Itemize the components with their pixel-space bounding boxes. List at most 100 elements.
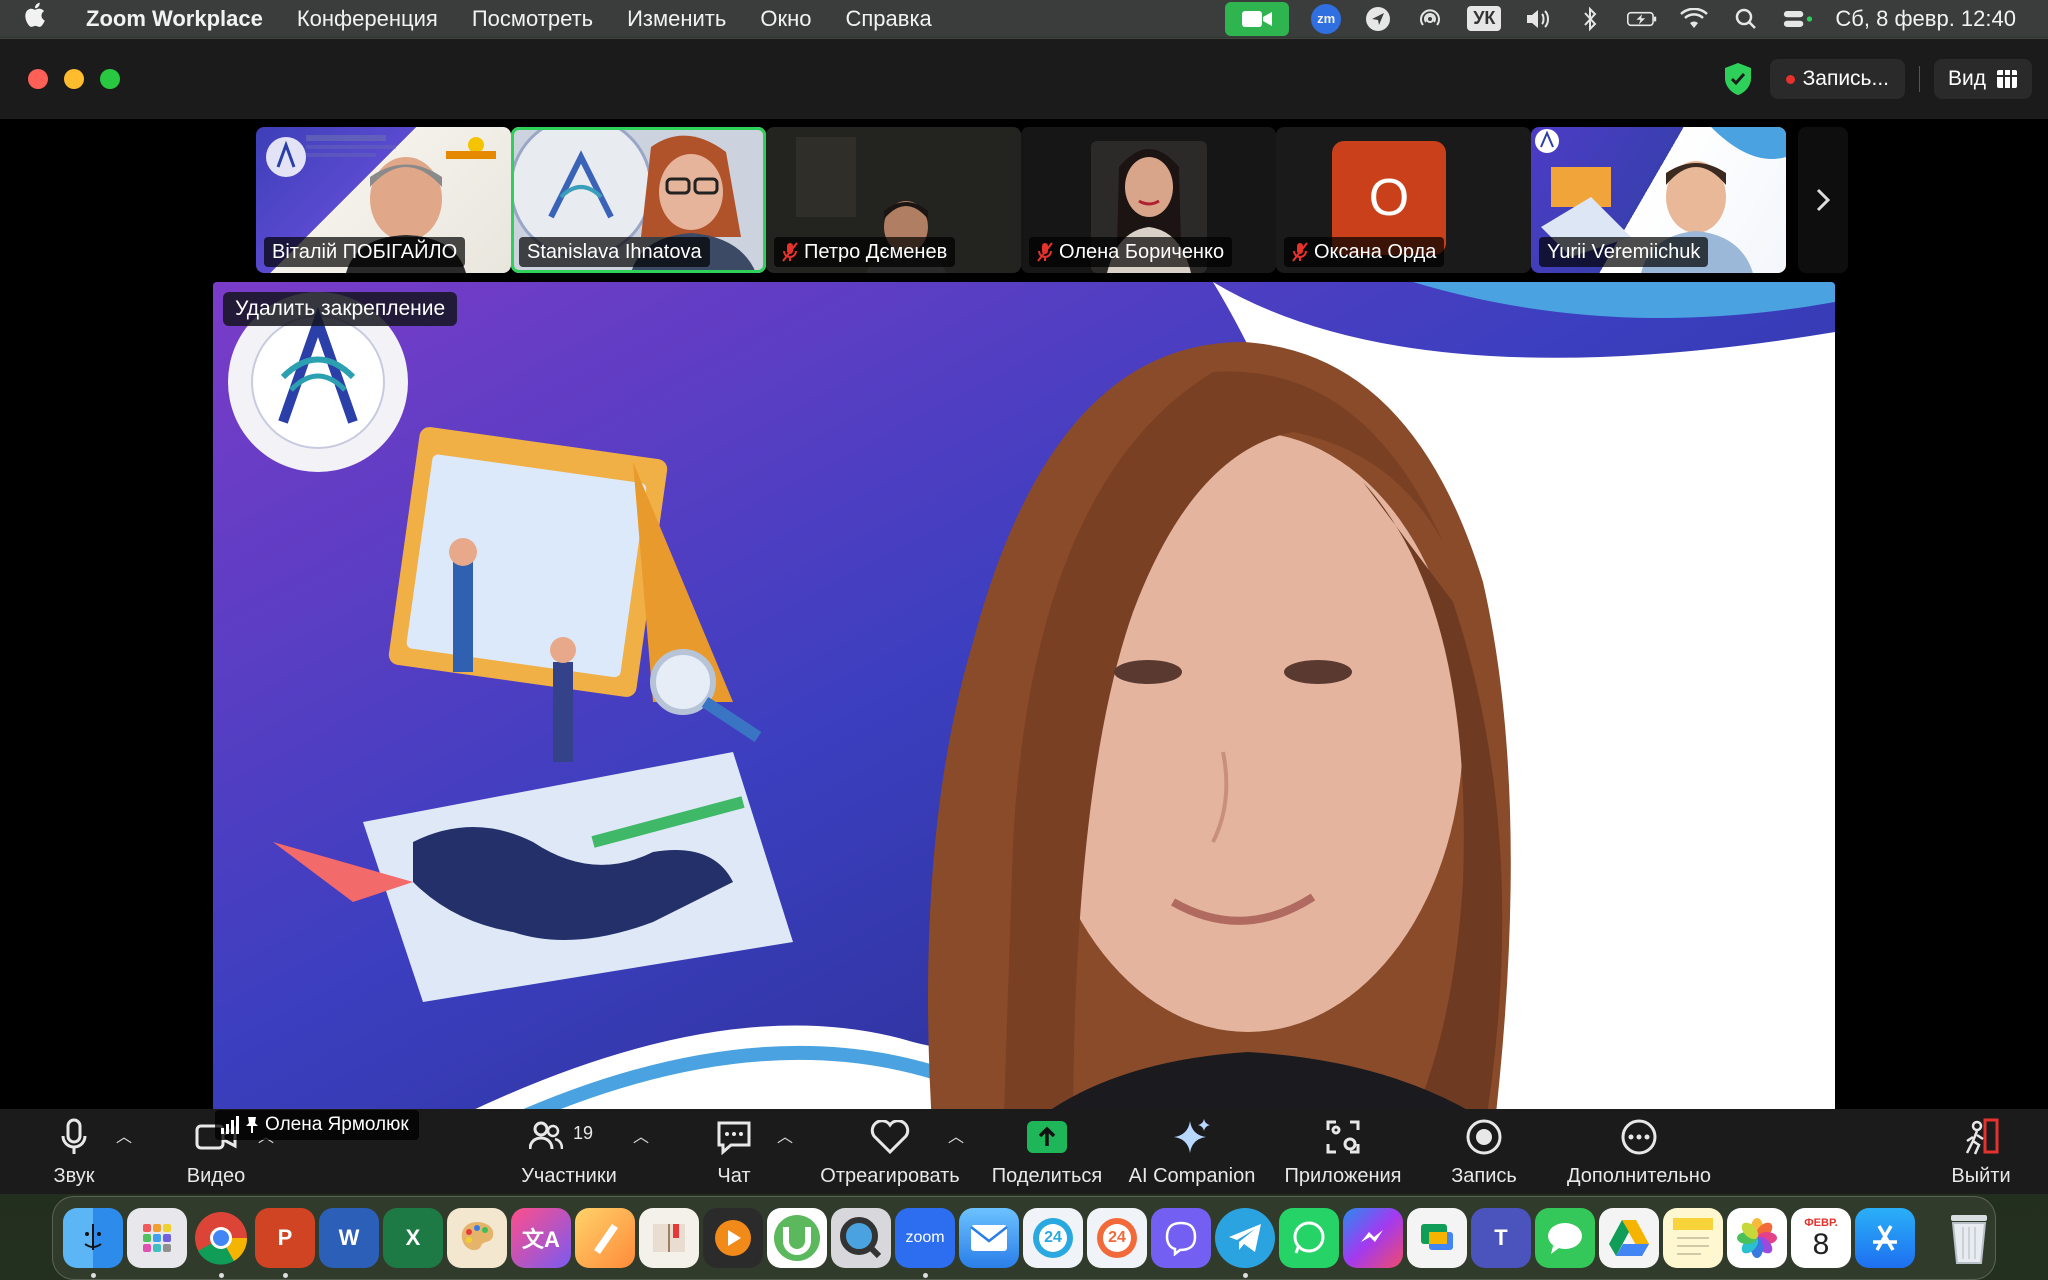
zoom-menu-icon[interactable]: zm bbox=[1311, 3, 1342, 34]
apps-button[interactable]: Приложения bbox=[1282, 1109, 1404, 1194]
view-button[interactable]: Вид bbox=[1934, 59, 2032, 99]
menu-window[interactable]: Окно bbox=[760, 6, 811, 32]
participant-name-tag: Олена Бориченко bbox=[1029, 237, 1233, 267]
finder-app-icon[interactable] bbox=[63, 1208, 123, 1278]
participant-tile[interactable]: Петро Дєменев bbox=[766, 127, 1021, 273]
menu-edit[interactable]: Изменить bbox=[627, 6, 726, 32]
leave-door-icon bbox=[1965, 1118, 1999, 1155]
leave-meeting-button[interactable]: Выйти bbox=[1950, 1109, 2012, 1194]
video-label: Видео bbox=[186, 1165, 246, 1187]
viber-app-icon[interactable] bbox=[1151, 1208, 1211, 1268]
app-name-menu[interactable]: Zoom Workplace bbox=[86, 6, 263, 32]
audio-options-caret-icon[interactable]: ︿ bbox=[116, 1123, 132, 1147]
muted-microphone-icon bbox=[1037, 242, 1053, 262]
react-options-caret-icon[interactable]: ︿ bbox=[948, 1123, 964, 1147]
translate-app-icon[interactable]: 文A bbox=[511, 1208, 571, 1268]
zoom-app-icon[interactable]: zoom bbox=[895, 1208, 955, 1278]
audio-button[interactable]: Звук bbox=[44, 1109, 104, 1194]
control-center-icon[interactable] bbox=[1783, 6, 1813, 32]
chevron-right-icon bbox=[1816, 188, 1831, 212]
spotlight-search-icon[interactable] bbox=[1731, 6, 1761, 32]
airdrop-icon[interactable] bbox=[1415, 6, 1445, 32]
minimize-window-button[interactable] bbox=[64, 69, 84, 89]
messenger-24-alt-app-icon[interactable]: 24 bbox=[1087, 1208, 1147, 1268]
muted-microphone-icon bbox=[1292, 242, 1308, 262]
speaker-name-tag: Олена Ярмолюк bbox=[215, 1110, 419, 1140]
encryption-shield-icon[interactable] bbox=[1720, 61, 1756, 97]
fullscreen-window-button[interactable] bbox=[100, 69, 120, 89]
participant-name: Оксана Орда bbox=[1314, 240, 1437, 263]
messages-app-icon[interactable] bbox=[1535, 1208, 1595, 1268]
messenger-24-app-icon[interactable]: 24 bbox=[1023, 1208, 1083, 1268]
running-indicator bbox=[923, 1273, 928, 1278]
app-store-app-icon[interactable] bbox=[1855, 1208, 1915, 1268]
menu-help[interactable]: Справка bbox=[845, 6, 931, 32]
chrome-app-icon[interactable] bbox=[191, 1208, 251, 1278]
paint-palette-app-icon[interactable] bbox=[447, 1208, 507, 1268]
menu-view[interactable]: Посмотреть bbox=[472, 6, 593, 32]
ai-companion-button[interactable]: AI Companion bbox=[1128, 1109, 1256, 1194]
close-window-button[interactable] bbox=[28, 69, 48, 89]
record-label: Запись bbox=[1451, 1165, 1517, 1187]
more-button[interactable]: Дополнительно bbox=[1564, 1109, 1714, 1194]
pin-icon bbox=[246, 1117, 258, 1133]
wifi-icon[interactable] bbox=[1679, 6, 1709, 32]
excel-app-icon[interactable]: X bbox=[383, 1208, 443, 1268]
launchpad-app-icon[interactable] bbox=[127, 1208, 187, 1268]
react-button[interactable]: Отреагировать bbox=[818, 1109, 962, 1194]
mail-app-icon[interactable] bbox=[959, 1208, 1019, 1268]
google-drive-app-icon[interactable] bbox=[1599, 1208, 1659, 1268]
apple-menu-icon[interactable] bbox=[24, 2, 68, 35]
participant-tile[interactable]: Олена Бориченко bbox=[1021, 127, 1276, 273]
teams-app-icon[interactable]: T bbox=[1471, 1208, 1531, 1268]
muted-microphone-icon bbox=[782, 242, 798, 262]
menu-bar-clock[interactable]: Сб, 8 февр. 12:40 bbox=[1835, 6, 2016, 32]
book-reader-app-icon[interactable] bbox=[639, 1208, 699, 1268]
facebook-messenger-app-icon[interactable] bbox=[1343, 1208, 1403, 1268]
google-chat-app-icon[interactable] bbox=[1407, 1208, 1467, 1268]
input-language-indicator[interactable]: УК bbox=[1467, 6, 1502, 31]
powerpoint-app-icon[interactable]: P bbox=[255, 1208, 315, 1278]
recording-indicator-button[interactable]: Запись... bbox=[1769, 59, 1905, 99]
utorrent-app-icon[interactable] bbox=[767, 1208, 827, 1268]
pages-app-icon[interactable] bbox=[575, 1208, 635, 1268]
heart-icon bbox=[870, 1120, 910, 1154]
record-button[interactable]: Запись bbox=[1446, 1109, 1522, 1194]
location-arrow-icon[interactable] bbox=[1363, 6, 1393, 32]
react-label: Отреагировать bbox=[820, 1165, 960, 1187]
share-screen-button[interactable]: Поделиться bbox=[988, 1109, 1106, 1194]
participant-tile[interactable]: Yurii Veremiichuk bbox=[1531, 127, 1786, 273]
volume-icon[interactable] bbox=[1523, 6, 1553, 32]
next-participants-button[interactable] bbox=[1798, 127, 1848, 273]
photos-app-icon[interactable] bbox=[1727, 1208, 1787, 1268]
share-label: Поделиться bbox=[991, 1165, 1103, 1187]
quicktime-app-icon[interactable] bbox=[831, 1208, 891, 1268]
menu-conference[interactable]: Конференция bbox=[297, 6, 438, 32]
participant-tile[interactable]: Віталій ПОБІГАЙЛО bbox=[256, 127, 511, 273]
notes-app-icon[interactable] bbox=[1663, 1208, 1723, 1268]
zoom-meeting-status-icon[interactable] bbox=[1225, 1, 1290, 36]
battery-charging-icon[interactable] bbox=[1627, 6, 1657, 32]
chat-button[interactable]: Чат bbox=[704, 1109, 764, 1194]
participant-name: Yurii Veremiichuk bbox=[1547, 240, 1701, 263]
ai-companion-label: AI Companion bbox=[1128, 1165, 1256, 1187]
bluetooth-icon[interactable] bbox=[1575, 6, 1605, 32]
calendar-app-icon[interactable]: ФЕВР. 8 bbox=[1791, 1208, 1851, 1268]
leave-label: Выйти bbox=[1951, 1165, 2011, 1187]
participants-options-caret-icon[interactable]: ︿ bbox=[633, 1123, 649, 1147]
whatsapp-app-icon[interactable] bbox=[1279, 1208, 1339, 1268]
infuse-app-icon[interactable] bbox=[703, 1208, 763, 1268]
participant-name-tag: Петро Дєменев bbox=[774, 237, 956, 267]
word-app-icon[interactable]: W bbox=[319, 1208, 379, 1268]
menu-bar: Zoom Workplace Конференция Посмотреть Из… bbox=[0, 0, 2048, 37]
chat-bubble-icon bbox=[717, 1121, 751, 1155]
telegram-app-icon[interactable] bbox=[1215, 1208, 1275, 1278]
participants-button[interactable]: 19 Участники bbox=[516, 1109, 622, 1194]
unpin-video-button[interactable]: Удалить закрепление bbox=[223, 292, 458, 326]
trash-icon[interactable] bbox=[1939, 1208, 1999, 1268]
chat-options-caret-icon[interactable]: ︿ bbox=[777, 1123, 793, 1147]
participant-tile[interactable]: О Оксана Орда bbox=[1276, 127, 1531, 273]
zoom-dock-label: zoom bbox=[905, 1229, 945, 1246]
participant-tile-active-speaker[interactable]: Stanislava Ihnatova bbox=[511, 127, 766, 273]
pinned-speaker-video[interactable]: Удалить закрепление Олена Ярмолюк bbox=[213, 282, 1835, 1140]
